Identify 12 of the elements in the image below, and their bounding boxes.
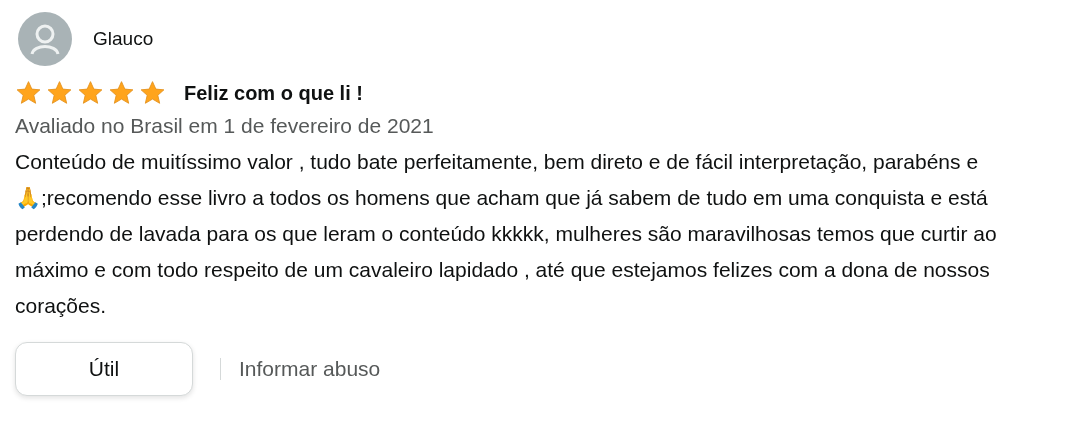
star-icon [15, 80, 42, 106]
report-abuse-link[interactable]: Informar abuso [239, 352, 381, 385]
avatar-icon [18, 12, 72, 66]
review-title: Feliz com o que li ! [184, 81, 363, 106]
helpful-button[interactable]: Útil [15, 341, 193, 396]
reviewer-name: Glauco [93, 26, 154, 51]
star-icon [46, 80, 73, 106]
star-icon [139, 80, 166, 106]
review-text: Conteúdo de muitíssimo valor , tudo bate perfeitamente, bem direto e de fácil interpretação, parabéns e 🙏;recomendo esse livro a todos os homens que acham que já sabem de tudo em uma conquista e está perdendo de lavada para os que leram o conteúdo kkkkk, mulheres são maravilhosas temos que curtir ao máximo e com todo respeito de um cavaleiro lapidado , até que estejamos felizes com a dona de nossos corações. [15, 148, 998, 319]
star-icon [77, 80, 104, 106]
star-icon [108, 80, 135, 106]
review-date: Avaliado no Brasil em 1 de fevereiro de 2021 [15, 113, 435, 139]
